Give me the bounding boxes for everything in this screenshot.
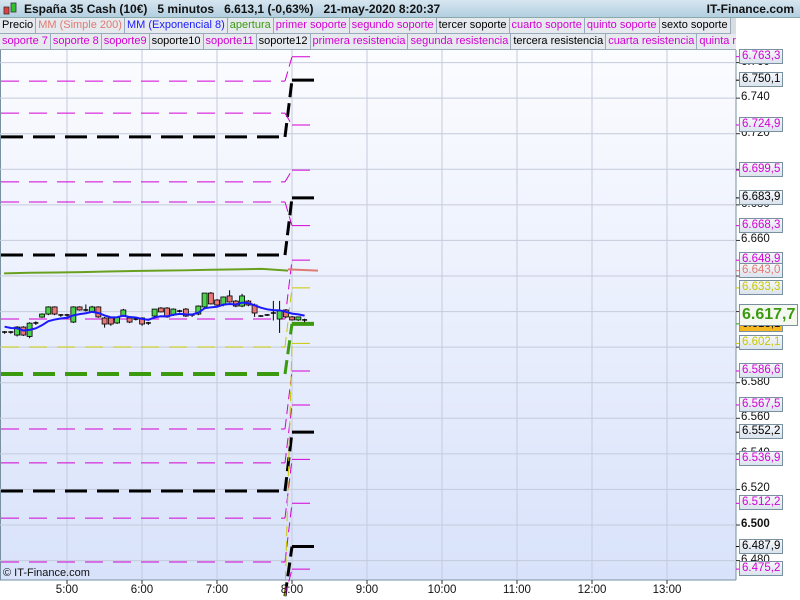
price-level-label: 6.512,2 bbox=[739, 495, 784, 511]
price-level-label: 6.567,5 bbox=[739, 396, 784, 412]
x-tick-label: 10:00 bbox=[427, 584, 457, 596]
candle bbox=[201, 292, 208, 308]
candle bbox=[289, 316, 296, 321]
legend-item[interactable]: segunda resistencia bbox=[408, 34, 512, 50]
copyright: © IT-Finance.com bbox=[3, 567, 90, 579]
price-level-label: 6.643,0 bbox=[739, 262, 784, 278]
legend-item[interactable]: segundo soporte bbox=[349, 18, 437, 34]
candle bbox=[157, 307, 164, 313]
legend-item[interactable]: soporte10 bbox=[149, 34, 204, 50]
price-level-label: 6.552,2 bbox=[739, 424, 784, 440]
legend-row-1: Precio MM (Simple 200) MM (Exponencial 8) a… bbox=[0, 18, 736, 34]
x-tick-label: 8:00 bbox=[280, 584, 304, 596]
price-level-label: 6.633,3 bbox=[739, 279, 784, 295]
y-tick-label: 6.500 bbox=[741, 518, 770, 530]
current-price-label: 6.617,7 bbox=[739, 303, 799, 326]
price-level-label: 6.699,5 bbox=[739, 162, 784, 178]
price-level-label: 6.536,9 bbox=[739, 451, 784, 467]
legend-item[interactable]: soporte11 bbox=[203, 34, 257, 50]
legend-item[interactable]: soporte12 bbox=[256, 34, 311, 50]
legend-item[interactable]: MM (Exponencial 8) bbox=[124, 18, 228, 34]
candle bbox=[207, 292, 214, 305]
price-level-label: 6.602,1 bbox=[739, 335, 784, 351]
candle bbox=[276, 310, 283, 320]
x-tick-label: 12:00 bbox=[577, 584, 607, 596]
candle bbox=[45, 306, 52, 315]
price-level-label: 6.724,9 bbox=[739, 117, 784, 132]
legend-item[interactable]: MM (Simple 200) bbox=[36, 18, 125, 34]
candlestick-logo-icon bbox=[3, 2, 17, 15]
price-level-label: 6.763,3 bbox=[739, 48, 784, 64]
legend-item[interactable]: soporte 7 bbox=[0, 34, 51, 50]
x-tick-label: 7:00 bbox=[205, 584, 229, 596]
y-tick-label: 6.560 bbox=[741, 411, 770, 424]
price-chart bbox=[0, 50, 800, 600]
price-level-label: 6.586,6 bbox=[739, 362, 784, 378]
price-level-label: 6.668,3 bbox=[739, 217, 784, 233]
legend-item[interactable]: cuarta resistencia bbox=[606, 34, 698, 50]
candle bbox=[151, 308, 158, 317]
brand-label: IT-Finance.com bbox=[706, 2, 794, 16]
x-tick-label: 11:00 bbox=[503, 584, 531, 596]
title-bar: España 35 Cash (10€) 5 minutos 6.613,1 (… bbox=[0, 0, 800, 18]
candle bbox=[51, 306, 58, 315]
sma200-line-current bbox=[287, 268, 319, 272]
x-tick-label: 5:00 bbox=[55, 584, 79, 596]
legend-item[interactable]: Precio bbox=[0, 18, 37, 34]
y-tick-label: 6.660 bbox=[741, 233, 770, 246]
chart-title: España 35 Cash (10€) 5 minutos 6.613,1 (… bbox=[24, 2, 441, 16]
legend-item[interactable]: sexto soporte bbox=[659, 18, 731, 34]
candle bbox=[226, 295, 233, 303]
legend-item[interactable]: tercer soporte bbox=[436, 18, 510, 34]
price-level-label: 6.487,9 bbox=[739, 538, 784, 554]
price-level-label: 6.475,2 bbox=[739, 561, 784, 577]
legend-item[interactable]: soporte9 bbox=[101, 34, 150, 50]
x-tick-label: 9:00 bbox=[355, 584, 379, 596]
x-tick-label: 13:00 bbox=[652, 584, 682, 596]
legend-item[interactable]: cuarto soporte bbox=[509, 18, 585, 34]
candle bbox=[39, 313, 45, 318]
legend-item[interactable]: primer soporte bbox=[273, 18, 350, 34]
candle bbox=[214, 299, 221, 306]
legend-item[interactable]: quinto soporte bbox=[584, 18, 660, 34]
candle bbox=[101, 317, 108, 325]
y-tick-label: 6.740 bbox=[741, 91, 770, 104]
x-tick-label: 6:00 bbox=[130, 584, 154, 596]
price-level-label: 6.750,1 bbox=[739, 72, 784, 88]
legend-item[interactable]: tercera resistencia bbox=[511, 34, 607, 50]
y-tick-label: 6.520 bbox=[741, 482, 770, 495]
legend-item[interactable]: apertura bbox=[227, 18, 274, 34]
candle bbox=[239, 295, 246, 307]
plot-area bbox=[0, 50, 736, 580]
candle bbox=[295, 316, 302, 321]
legend-row-2: soporte 7 soporte 8 soporte9 soporte10 sopor… bbox=[0, 34, 736, 50]
price-level-label: 6.683,9 bbox=[739, 189, 784, 205]
candle bbox=[107, 317, 114, 325]
legend-item[interactable]: quinta r bbox=[697, 34, 736, 50]
legend-item[interactable]: primera resistencia bbox=[310, 34, 409, 50]
candle bbox=[76, 306, 83, 311]
candle bbox=[126, 317, 133, 323]
legend-item[interactable]: soporte 8 bbox=[50, 34, 102, 50]
